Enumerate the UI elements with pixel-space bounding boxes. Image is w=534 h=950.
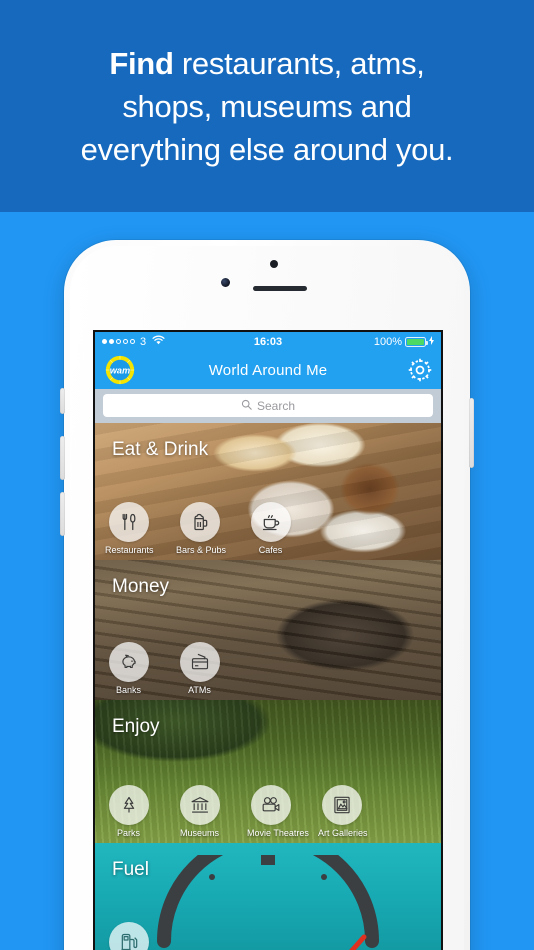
status-bar: 3 16:03 100% [95, 332, 441, 351]
section-title: Money [112, 576, 170, 597]
fuel-gauge-graphic: E F [150, 843, 386, 950]
gear-icon[interactable] [407, 357, 433, 383]
volume-up-button[interactable] [60, 436, 65, 480]
volume-down-button[interactable] [60, 492, 65, 536]
battery-percent-label: 100% [373, 335, 402, 348]
lightning-bolt-icon [429, 335, 434, 348]
category-bars-pubs[interactable]: Bars & Pubs [176, 502, 227, 555]
piggy-bank-icon [108, 642, 149, 682]
section-enjoy[interactable]: Enjoy Parks Museums Movie Theatres Art G… [95, 700, 441, 843]
category-label: Movie Theatres [247, 828, 309, 838]
category-atms[interactable]: ATMs [176, 642, 223, 695]
eat-drink-category-row: Restaurants Bars & Pubs Cafes [95, 502, 294, 555]
page-title: World Around Me [208, 361, 328, 379]
section-title: Eat & Drink [112, 439, 209, 460]
silent-switch[interactable] [60, 388, 65, 414]
category-label: Art Galleries [318, 828, 368, 838]
coffee-cup-icon [250, 502, 291, 542]
section-money[interactable]: Money Banks ATMs [95, 560, 441, 700]
category-label: Bars & Pubs [176, 545, 227, 555]
category-art-galleries[interactable]: Art Galleries [318, 785, 368, 838]
promo-banner: Find restaurants, atms, shops, museums a… [0, 0, 534, 212]
picture-frame-icon [321, 785, 362, 825]
money-category-row: Banks ATMs [95, 642, 223, 695]
category-cafes[interactable]: Cafes [247, 502, 294, 555]
category-label: Banks [115, 685, 141, 695]
section-title: Fuel [112, 859, 149, 880]
cutlery-icon [108, 502, 149, 542]
search-placeholder: Search [256, 398, 296, 413]
category-banks[interactable]: Banks [105, 642, 152, 695]
battery-icon [405, 336, 428, 347]
section-fuel[interactable]: E F Fuel [95, 843, 441, 950]
atm-card-icon [179, 642, 220, 682]
phone-mockup: 3 16:03 100% wam World Around Me Search … [60, 240, 474, 950]
front-camera-icon [221, 278, 230, 287]
power-button[interactable] [469, 398, 474, 468]
category-label: Parks [116, 828, 140, 838]
category-gas-stations[interactable] [105, 922, 152, 950]
movie-camera-icon [250, 785, 291, 825]
proximity-sensor-icon [270, 260, 278, 268]
category-museums[interactable]: Museums [176, 785, 223, 838]
search-input[interactable]: Search [103, 394, 433, 417]
category-movie-theatres[interactable]: Movie Theatres [247, 785, 309, 838]
enjoy-category-row: Parks Museums Movie Theatres Art Galleri… [95, 785, 368, 838]
category-parks[interactable]: Parks [105, 785, 152, 838]
phone-screen: 3 16:03 100% wam World Around Me Search … [95, 332, 441, 950]
category-label: Museums [179, 828, 219, 838]
promo-headline-lead: Find [109, 45, 174, 81]
tree-icon [108, 785, 149, 825]
search-icon [241, 399, 252, 413]
promo-headline: Find restaurants, atms, shops, museums a… [55, 42, 480, 171]
museum-building-icon [179, 785, 220, 825]
section-eat-drink[interactable]: Eat & Drink Restaurants Bars & Pubs Cafe… [95, 423, 441, 560]
section-title: Enjoy [112, 716, 160, 737]
app-nav-bar: wam World Around Me [95, 351, 441, 389]
category-label: ATMs [188, 685, 211, 695]
status-bar-right: 100% [373, 335, 434, 348]
category-label: Cafes [258, 545, 283, 555]
category-label: Restaurants [105, 545, 154, 555]
fuel-category-row [95, 922, 152, 950]
category-restaurants[interactable]: Restaurants [105, 502, 154, 555]
gas-pump-icon [108, 922, 149, 950]
earpiece-speaker-icon [253, 286, 307, 291]
search-bar-container: Search [95, 389, 441, 423]
beer-mug-icon [179, 502, 220, 542]
